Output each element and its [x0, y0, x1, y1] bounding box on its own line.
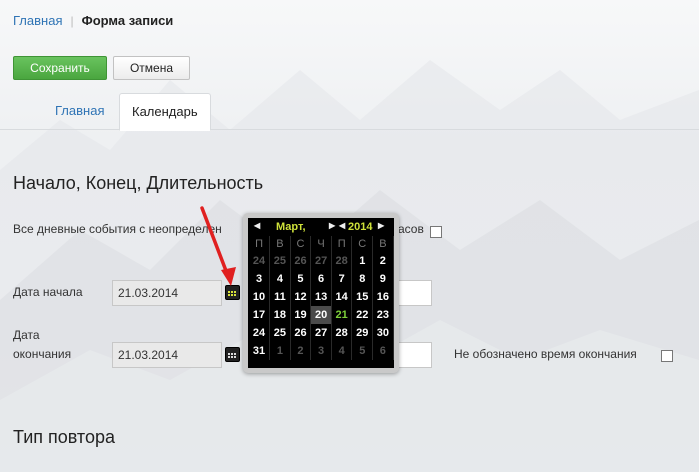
day-cell[interactable]: 25: [269, 252, 291, 270]
day-cell[interactable]: 12: [290, 288, 312, 306]
day-cell[interactable]: 1: [351, 252, 374, 270]
weekday-label: С: [351, 236, 374, 252]
start-date-label: Дата начала: [13, 285, 83, 299]
tab-bar: Главная Календарь: [0, 93, 699, 131]
day-cell[interactable]: 2: [372, 252, 394, 270]
next-year-arrow-icon[interactable]: ▶: [378, 221, 384, 230]
start-time-input[interactable]: [398, 280, 432, 306]
day-cell[interactable]: 26: [290, 252, 312, 270]
day-cell[interactable]: 26: [290, 324, 312, 342]
day-cell[interactable]: 24: [249, 324, 271, 342]
day-cell[interactable]: 3: [310, 342, 332, 360]
datepicker-grid: П В С Ч П С В 24 25 26 27 28 1 2 3 4 5 6…: [249, 236, 394, 360]
prev-month-arrow-icon[interactable]: ◀: [254, 221, 260, 230]
day-cell[interactable]: 28: [331, 324, 353, 342]
prev-year-arrow-icon[interactable]: ◀: [339, 221, 345, 230]
datepicker-popup: ◀ Март, ▶ ◀ 2014 ▶ П В С Ч П С В 24 25 2…: [243, 213, 399, 373]
weekday-label: Ч: [310, 236, 332, 252]
day-cell[interactable]: 5: [290, 270, 312, 288]
day-cell[interactable]: 3: [249, 270, 271, 288]
weekday-label: В: [269, 236, 291, 252]
day-cell[interactable]: 1: [269, 342, 291, 360]
day-cell[interactable]: 6: [372, 342, 394, 360]
day-cell[interactable]: 13: [310, 288, 332, 306]
save-button[interactable]: Сохранить: [13, 56, 107, 80]
tab-main[interactable]: Главная: [43, 93, 116, 130]
day-cell[interactable]: 4: [331, 342, 353, 360]
section-title-start-end: Начало, Конец, Длительность: [13, 173, 264, 193]
end-time-input[interactable]: [398, 342, 432, 368]
breadcrumb-current: Форма записи: [81, 13, 174, 28]
cancel-button[interactable]: Отмена: [113, 56, 190, 80]
day-cell[interactable]: 30: [372, 324, 394, 342]
week-row: 10 11 12 13 14 15 16: [249, 288, 394, 306]
tab-calendar[interactable]: Календарь: [119, 93, 211, 131]
breadcrumb-separator: |: [70, 13, 74, 28]
end-date-input[interactable]: 21.03.2014: [112, 342, 222, 368]
day-cell[interactable]: 27: [310, 252, 332, 270]
day-cell[interactable]: 28: [331, 252, 353, 270]
day-cell[interactable]: 18: [269, 306, 291, 324]
end-date-label-line1: Дата: [13, 328, 40, 342]
day-cell[interactable]: 17: [249, 306, 271, 324]
day-cell-today[interactable]: 20: [310, 306, 332, 324]
day-cell-selected[interactable]: 21: [331, 306, 353, 324]
week-row: 31 1 2 3 4 5 6: [249, 342, 394, 360]
allday-checkbox[interactable]: [430, 226, 442, 238]
no-end-time-label: Не обозначено время окончания: [454, 347, 637, 361]
end-calendar-icon[interactable]: [225, 347, 240, 362]
week-row: 24 25 26 27 28 1 2: [249, 252, 394, 270]
day-cell[interactable]: 27: [310, 324, 332, 342]
week-row: 17 18 19 20 21 22 23: [249, 306, 394, 324]
day-cell[interactable]: 25: [269, 324, 291, 342]
allday-label-tail: асов: [398, 222, 424, 236]
day-cell[interactable]: 11: [269, 288, 291, 306]
day-cell[interactable]: 24: [249, 252, 271, 270]
week-row: 24 25 26 27 28 29 30: [249, 324, 394, 342]
datepicker-header: ◀ Март, ▶ ◀ 2014 ▶: [248, 218, 394, 236]
day-cell[interactable]: 22: [351, 306, 374, 324]
weekday-label: С: [290, 236, 312, 252]
start-calendar-icon[interactable]: [225, 285, 240, 300]
day-cell[interactable]: 14: [331, 288, 353, 306]
day-cell[interactable]: 31: [249, 342, 271, 360]
day-cell[interactable]: 2: [290, 342, 312, 360]
weekday-label: П: [331, 236, 353, 252]
start-date-input[interactable]: 21.03.2014: [112, 280, 222, 306]
day-cell[interactable]: 29: [351, 324, 374, 342]
day-cell[interactable]: 7: [331, 270, 353, 288]
datepicker-year[interactable]: 2014: [348, 221, 372, 233]
weekday-label: П: [249, 236, 271, 252]
weekday-label: В: [372, 236, 394, 252]
next-month-arrow-icon[interactable]: ▶: [329, 221, 335, 230]
day-cell[interactable]: 10: [249, 288, 271, 306]
day-cell[interactable]: 23: [372, 306, 394, 324]
day-cell[interactable]: 4: [269, 270, 291, 288]
breadcrumb-home-link[interactable]: Главная: [13, 13, 62, 28]
datepicker-month[interactable]: Март,: [276, 221, 306, 233]
day-cell[interactable]: 15: [351, 288, 374, 306]
breadcrumb: Главная | Форма записи: [13, 13, 173, 28]
section-title-repeat: Тип повтора: [13, 427, 116, 447]
weekday-row: П В С Ч П С В: [249, 236, 394, 252]
day-cell[interactable]: 19: [290, 306, 312, 324]
day-cell[interactable]: 8: [351, 270, 374, 288]
week-row: 3 4 5 6 7 8 9: [249, 270, 394, 288]
end-date-label-line2: окончания: [13, 347, 72, 361]
day-cell[interactable]: 9: [372, 270, 394, 288]
day-cell[interactable]: 5: [351, 342, 374, 360]
day-cell[interactable]: 16: [372, 288, 394, 306]
day-cell[interactable]: 6: [310, 270, 332, 288]
allday-label: Все дневные события с неопределен: [13, 222, 222, 236]
no-end-time-checkbox[interactable]: [661, 350, 673, 362]
